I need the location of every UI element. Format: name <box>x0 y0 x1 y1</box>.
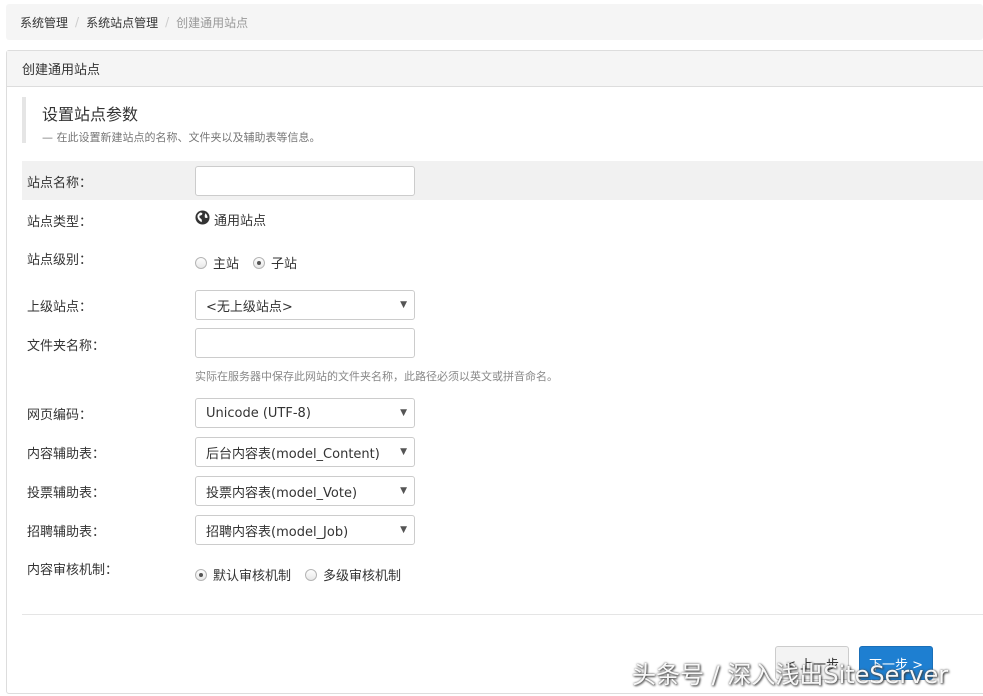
job-table-label: 招聘辅助表： <box>27 525 106 540</box>
audit-radio-group: 默认审核机制 多级审核机制 <box>195 565 401 584</box>
site-level-radio-group: 主站 子站 <box>195 253 297 272</box>
caret-down-icon: ▼ <box>400 300 407 310</box>
breadcrumb-separator: / <box>165 15 170 29</box>
folder-name-help: 实际在服务器中保存此网站的文件夹名称，此路径必须以英文或拼音命名。 <box>195 370 558 383</box>
charset-row: 网页编码： Unicode (UTF-8) ▼ <box>22 396 983 432</box>
folder-name-row: 文件夹名称： 实际在服务器中保存此网站的文件夹名称，此路径必须以英文或拼音命名。 <box>22 327 983 385</box>
audit-label: 内容审核机制： <box>27 563 119 578</box>
site-name-label: 站点名称： <box>27 176 93 191</box>
audit-row: 内容审核机制： 默认审核机制 多级审核机制 <box>22 552 983 592</box>
section-callout: 设置站点参数 — 在此设置新建站点的名称、文件夹以及辅助表等信息。 <box>22 97 322 144</box>
section-description: — 在此设置新建站点的名称、文件夹以及辅助表等信息。 <box>42 131 321 144</box>
audit-option-default[interactable]: 默认审核机制 <box>195 565 291 584</box>
site-level-label: 站点级别： <box>27 253 93 268</box>
content-table-row: 内容辅助表： 后台内容表(model_Content) ▼ <box>22 435 983 471</box>
breadcrumb-item-site-management[interactable]: 系统站点管理 <box>86 14 158 31</box>
panel-title: 创建通用站点 <box>7 51 983 87</box>
charset-value: Unicode (UTF-8) <box>206 405 311 421</box>
site-level-row: 站点级别： 主站 子站 <box>22 240 983 280</box>
globe-icon <box>195 210 210 229</box>
site-name-row: 站点名称： <box>22 161 983 200</box>
vote-table-row: 投票辅助表： 投票内容表(model_Vote) ▼ <box>22 474 983 510</box>
audit-default-label: 默认审核机制 <box>213 569 292 584</box>
breadcrumb-item-system[interactable]: 系统管理 <box>20 14 68 31</box>
audit-multilevel-label: 多级审核机制 <box>323 569 402 584</box>
job-table-value: 招聘内容表(model_Job) <box>206 524 349 540</box>
radio-multilevel-audit[interactable] <box>305 568 318 581</box>
charset-label: 网页编码： <box>27 408 93 423</box>
caret-down-icon: ▼ <box>400 408 407 418</box>
breadcrumb-item-create-site: 创建通用站点 <box>176 15 249 30</box>
vote-table-label: 投票辅助表： <box>27 486 106 501</box>
create-site-panel: 创建通用站点 设置站点参数 — 在此设置新建站点的名称、文件夹以及辅助表等信息。… <box>6 50 983 694</box>
site-level-main-label: 主站 <box>213 257 240 272</box>
section-title: 设置站点参数 <box>42 105 139 124</box>
site-level-sub-label: 子站 <box>271 257 298 272</box>
job-table-row: 招聘辅助表： 招聘内容表(model_Job) ▼ <box>22 513 983 549</box>
site-type-value: 通用站点 <box>195 210 266 229</box>
charset-select[interactable]: Unicode (UTF-8) ▼ <box>195 398 415 428</box>
content-table-value: 后台内容表(model_Content) <box>206 446 380 462</box>
vote-table-value: 投票内容表(model_Vote) <box>206 485 358 501</box>
site-name-input[interactable] <box>195 166 415 196</box>
caret-down-icon: ▼ <box>400 486 407 496</box>
caret-down-icon: ▼ <box>400 447 407 457</box>
folder-name-label: 文件夹名称： <box>27 339 106 354</box>
breadcrumb: 系统管理 / 系统站点管理 / 创建通用站点 <box>6 4 983 40</box>
parent-site-value: <无上级站点> <box>206 299 293 315</box>
caret-down-icon: ▼ <box>400 525 407 535</box>
folder-name-input[interactable] <box>195 328 415 358</box>
site-type-text: 通用站点 <box>214 214 267 229</box>
job-table-select[interactable]: 招聘内容表(model_Job) ▼ <box>195 515 415 545</box>
parent-site-row: 上级站点： <无上级站点> ▼ <box>22 287 983 323</box>
content-table-label: 内容辅助表： <box>27 447 106 462</box>
vote-table-select[interactable]: 投票内容表(model_Vote) ▼ <box>195 476 415 506</box>
audit-option-multilevel[interactable]: 多级审核机制 <box>305 565 401 584</box>
site-type-row: 站点类型： 通用站点 <box>22 201 983 237</box>
watermark-text: 头条号 / 深入浅出SiteServer <box>632 661 949 689</box>
breadcrumb-separator: / <box>75 15 80 29</box>
radio-main-site[interactable] <box>195 256 207 269</box>
radio-default-audit[interactable] <box>195 568 207 581</box>
radio-sub-site[interactable] <box>253 256 266 269</box>
parent-site-select[interactable]: <无上级站点> ▼ <box>195 290 415 320</box>
content-table-select[interactable]: 后台内容表(model_Content) ▼ <box>195 437 415 467</box>
site-type-label: 站点类型： <box>27 215 93 230</box>
site-level-option-sub[interactable]: 子站 <box>253 253 297 272</box>
form-divider <box>22 614 983 615</box>
parent-site-label: 上级站点： <box>27 300 93 315</box>
site-level-option-main[interactable]: 主站 <box>195 253 239 272</box>
